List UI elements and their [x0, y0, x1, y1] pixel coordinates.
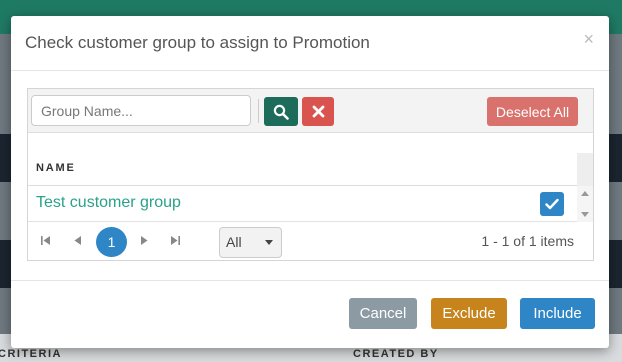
customer-group-name[interactable]: Test customer group [36, 194, 181, 212]
customer-group-grid: Deselect All NAME Test customer group [27, 88, 594, 261]
grid-header: NAME [28, 133, 593, 186]
scroll-down-arrow-icon[interactable] [581, 212, 589, 217]
search-button[interactable] [264, 97, 298, 126]
current-page-button[interactable]: 1 [96, 227, 127, 257]
last-page-icon[interactable] [171, 236, 180, 245]
dialog-title: Check customer group to assign to Promot… [25, 33, 370, 52]
pager-info: 1 - 1 of 1 items [481, 233, 574, 249]
chevron-down-icon [265, 240, 273, 245]
toolbar-divider [258, 99, 259, 123]
close-icon[interactable]: × [583, 29, 594, 50]
grid-pager: 1 All 1 - 1 of 1 items [28, 222, 593, 261]
row-select-checkbox[interactable] [540, 192, 564, 216]
table-row[interactable]: Test customer group [28, 186, 593, 222]
dialog-header: Check customer group to assign to Promot… [11, 16, 609, 71]
grid-toolbar: Deselect All [28, 89, 593, 133]
vertical-scrollbar[interactable] [577, 186, 593, 222]
deselect-all-button[interactable]: Deselect All [487, 97, 578, 126]
column-header-name[interactable]: NAME [36, 162, 76, 174]
background-column-created-by: CREATED BY [353, 348, 439, 360]
cancel-button[interactable]: Cancel [349, 298, 417, 329]
include-button[interactable]: Include [520, 298, 595, 329]
assign-customer-group-dialog: Check customer group to assign to Promot… [11, 16, 609, 348]
clear-search-button[interactable] [302, 97, 334, 126]
search-icon [273, 104, 289, 120]
close-icon [312, 105, 324, 118]
first-page-icon[interactable] [41, 236, 50, 245]
page-size-select[interactable]: All [219, 227, 282, 258]
dialog-footer: Cancel Exclude Include [11, 280, 609, 348]
scrollbar-header-spacer [577, 153, 593, 186]
previous-page-icon[interactable] [74, 236, 81, 245]
scroll-up-arrow-icon[interactable] [581, 191, 589, 196]
checkmark-icon [545, 198, 559, 210]
exclude-button[interactable]: Exclude [431, 298, 507, 329]
group-name-search-input[interactable] [31, 95, 251, 126]
next-page-icon[interactable] [141, 236, 148, 245]
background-column-criteria: CRITERIA [0, 348, 62, 360]
page-size-value: All [226, 234, 242, 250]
